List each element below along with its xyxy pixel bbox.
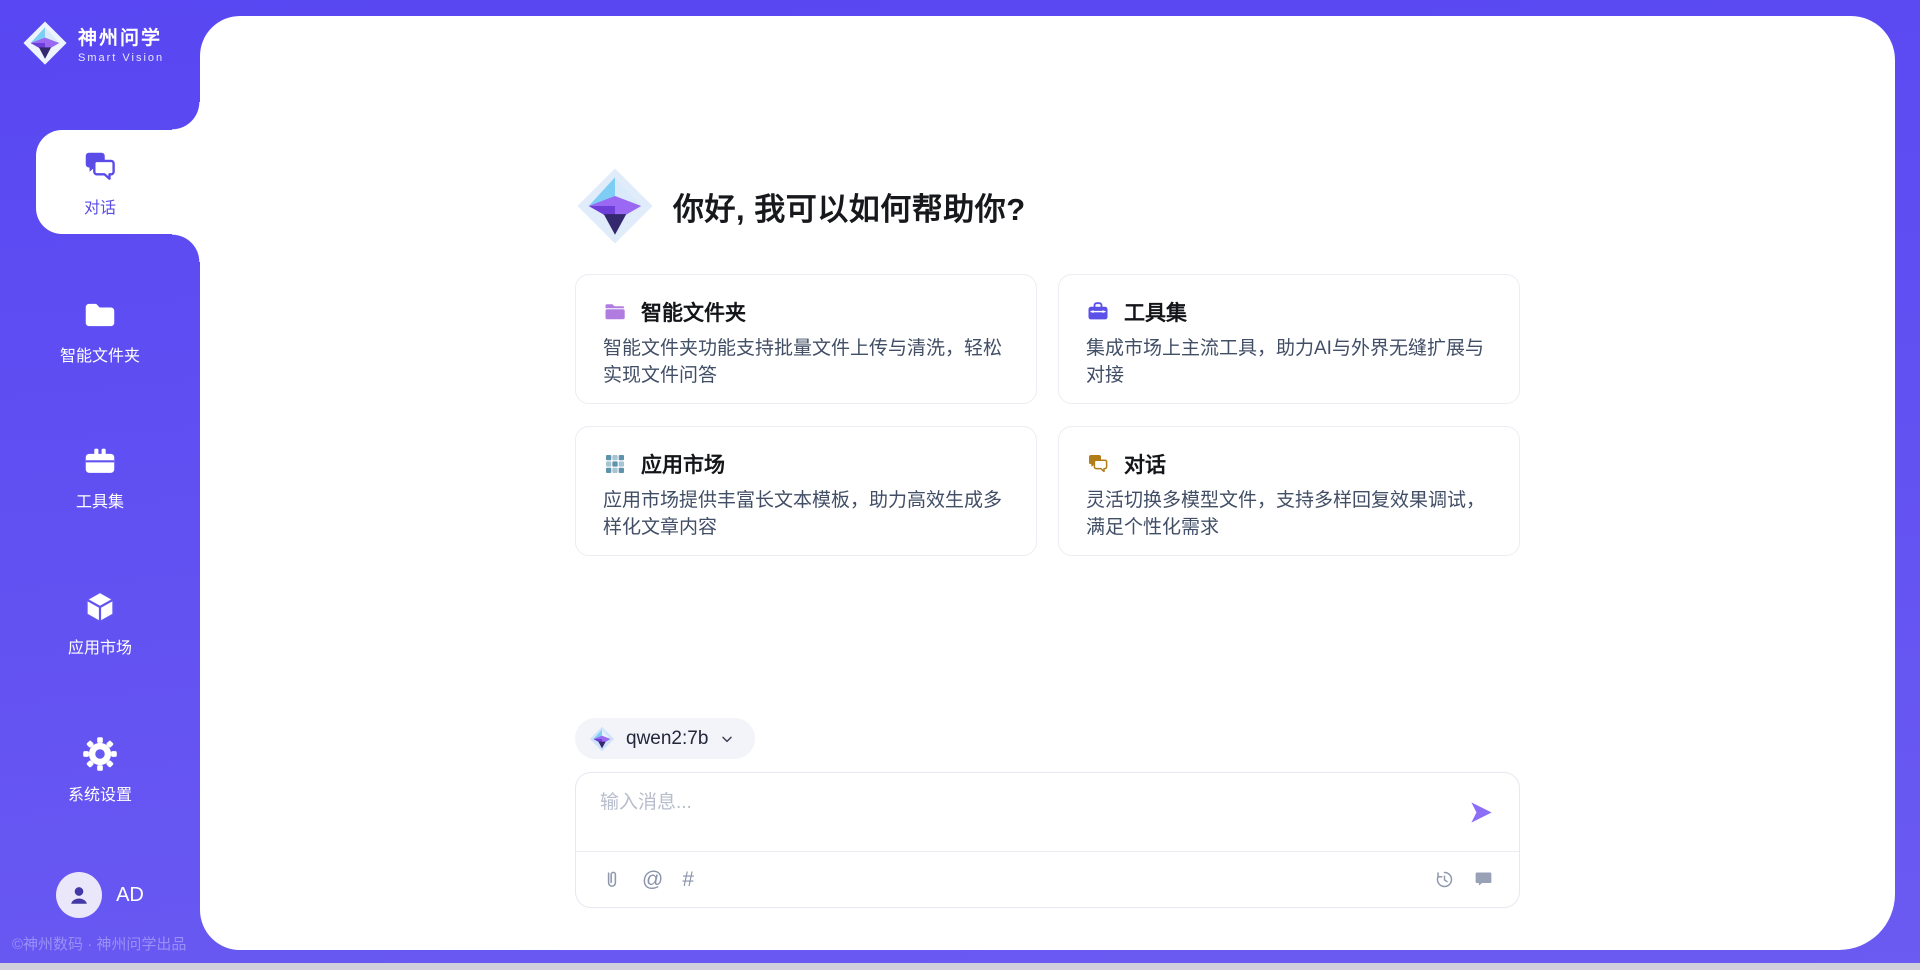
card-chat[interactable]: 对话 灵活切换多模型文件，支持多样回复效果调试，满足个性化需求: [1058, 426, 1520, 556]
send-icon[interactable]: [1468, 799, 1495, 826]
card-smart-folder[interactable]: 智能文件夹 智能文件夹功能支持批量文件上传与清洗，轻松实现文件问答: [575, 274, 1037, 404]
app: 神州问学 Smart Vision 对话: [0, 0, 1920, 970]
cube-icon: [81, 588, 119, 626]
brand-logo: 神州问学 Smart Vision: [22, 20, 164, 66]
composer-toolbar: @ #: [576, 852, 1519, 907]
card-description: 灵活切换多模型文件，支持多样回复效果调试，满足个性化需求: [1086, 488, 1492, 541]
welcome: 你好, 我可以如何帮助你?: [575, 166, 1520, 246]
card-title: 对话: [1124, 449, 1166, 479]
folder-icon: [81, 296, 119, 334]
model-selector[interactable]: qwen2:7b: [575, 718, 755, 759]
avatar: [56, 872, 102, 918]
card-toolkit[interactable]: 工具集 集成市场上主流工具，助力AI与外界无缝扩展与对接: [1058, 274, 1520, 404]
sidebar-item-chat[interactable]: 对话: [36, 130, 200, 234]
sidebar: 神州问学 Smart Vision 对话: [0, 0, 200, 970]
sidebar-item-app-market[interactable]: 应用市场: [0, 588, 200, 658]
briefcase-icon: [81, 442, 119, 480]
card-title: 应用市场: [641, 449, 725, 479]
briefcase-icon: [1086, 300, 1110, 324]
history-icon[interactable]: [1433, 868, 1456, 891]
card-description: 集成市场上主流工具，助力AI与外界无缝扩展与对接: [1086, 336, 1492, 389]
paperclip-icon[interactable]: [600, 868, 623, 891]
chevron-down-icon: [719, 731, 735, 747]
diamond-logo-icon: [589, 726, 615, 752]
composer: @ #: [575, 772, 1520, 908]
user-profile[interactable]: AD: [0, 872, 200, 918]
grid-icon: [603, 452, 627, 476]
footer-credit: ©神州数码 · 神州问学出品: [12, 933, 186, 954]
sidebar-item-label: 对话: [36, 194, 164, 218]
main-panel: 你好, 我可以如何帮助你? 智能文件夹 智能文件夹功能支持批量文件上传与清洗，轻…: [200, 16, 1895, 950]
sidebar-item-label: 工具集: [0, 488, 200, 512]
chat-icon: [1086, 452, 1110, 476]
gear-icon: [81, 735, 119, 773]
model-name: qwen2:7b: [626, 728, 708, 750]
chat-bubble-icon[interactable]: [1472, 868, 1495, 891]
sidebar-item-label: 应用市场: [0, 634, 200, 658]
greeting: 你好, 我可以如何帮助你?: [673, 184, 1026, 229]
sidebar-item-smart-folder[interactable]: 智能文件夹: [0, 296, 200, 366]
sidebar-item-label: 智能文件夹: [0, 342, 200, 366]
user-initials: AD: [116, 884, 144, 907]
card-description: 智能文件夹功能支持批量文件上传与清洗，轻松实现文件问答: [603, 336, 1009, 389]
diamond-logo-icon: [22, 20, 68, 66]
sidebar-item-settings[interactable]: 系统设置: [0, 735, 200, 805]
card-description: 应用市场提供丰富长文本模板，助力高效生成多样化文章内容: [603, 488, 1009, 541]
card-title: 工具集: [1124, 297, 1187, 327]
mention-icon[interactable]: @: [642, 869, 663, 890]
message-input[interactable]: [600, 787, 1460, 845]
sidebar-item-label: 系统设置: [0, 781, 200, 805]
folder-icon: [603, 300, 627, 324]
card-app-market[interactable]: 应用市场 应用市场提供丰富长文本模板，助力高效生成多样化文章内容: [575, 426, 1037, 556]
feature-cards: 智能文件夹 智能文件夹功能支持批量文件上传与清洗，轻松实现文件问答: [575, 274, 1520, 556]
horizontal-scrollbar[interactable]: [0, 963, 1920, 970]
chat-icon: [81, 148, 119, 186]
card-title: 智能文件夹: [641, 297, 746, 327]
hash-icon[interactable]: #: [682, 869, 694, 890]
brand-subtitle: Smart Vision: [78, 52, 164, 64]
assistant-logo-icon: [575, 166, 655, 246]
sidebar-item-toolkit[interactable]: 工具集: [0, 442, 200, 512]
brand-name: 神州问学: [78, 23, 164, 50]
person-icon: [65, 881, 93, 909]
